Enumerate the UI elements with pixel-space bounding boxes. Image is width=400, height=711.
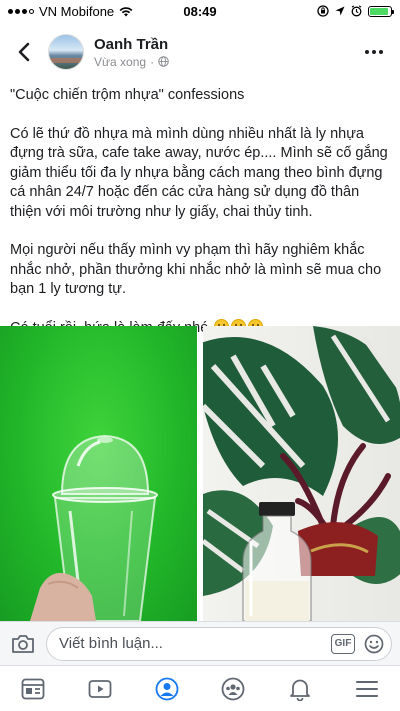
back-button[interactable] [2, 30, 46, 74]
camera-icon [12, 634, 34, 653]
chevron-left-icon [18, 42, 30, 62]
photo-glass-bottle[interactable] [203, 326, 400, 621]
comment-field[interactable]: GIF [46, 626, 392, 661]
alarm-icon [351, 5, 362, 17]
tab-watch[interactable] [78, 669, 122, 709]
wifi-icon [119, 6, 133, 16]
comment-input[interactable] [59, 635, 331, 652]
more-dot [379, 50, 383, 54]
emoji-button[interactable] [363, 633, 385, 655]
globe-icon [158, 56, 169, 67]
watch-icon [88, 679, 112, 698]
bottom-tab-bar [0, 665, 400, 711]
signal-icon [8, 8, 34, 14]
tab-profile[interactable] [145, 669, 189, 709]
location-icon [335, 6, 345, 16]
tab-news-feed[interactable] [11, 669, 55, 709]
carrier-name: VN Mobifone [39, 3, 115, 19]
plastic-cup-illustration [30, 434, 158, 621]
battery-icon [368, 5, 394, 17]
author-block: Oanh Trần Vừa xong · [94, 36, 352, 69]
status-bar: VN Mobifone 08:49 [0, 0, 400, 22]
carrier-area: VN Mobifone [8, 4, 158, 19]
bottle-plant-illustration [203, 326, 400, 621]
photo-plastic-cup[interactable] [0, 326, 197, 621]
tab-groups[interactable] [211, 669, 255, 709]
profile-icon [155, 677, 179, 700]
post-paragraph: "Cuộc chiến trộm nhựa" confessions [10, 87, 245, 103]
camera-button[interactable] [8, 629, 38, 659]
menu-icon [355, 680, 378, 697]
more-dot [372, 50, 376, 54]
status-icons [242, 5, 394, 17]
avatar[interactable] [48, 34, 84, 70]
meta-dot: · [150, 54, 155, 69]
post-paragraph: Mọi người nếu thấy mình vy phạm thì hãy … [10, 242, 382, 297]
post-photos [0, 326, 400, 621]
author-name[interactable]: Oanh Trần [94, 36, 352, 53]
tab-menu[interactable] [345, 669, 389, 709]
groups-icon [221, 677, 245, 700]
comment-bar: GIF [0, 621, 400, 665]
more-dot [365, 50, 369, 54]
news-feed-icon [21, 678, 45, 699]
tab-notifications[interactable] [278, 669, 322, 709]
post-text: "Cuộc chiến trộm nhựa" confessions Có lẽ… [10, 86, 392, 357]
more-options-button[interactable] [352, 30, 396, 74]
gif-button[interactable]: GIF [331, 633, 355, 654]
post-time[interactable]: Vừa xong [94, 55, 146, 69]
clock: 08:49 [183, 3, 217, 19]
post-paragraph: Có lẽ thứ đồ nhựa mà mình dùng nhiều nhấ… [10, 125, 388, 220]
rotation-lock-icon [317, 5, 329, 17]
post-header: Oanh Trần Vừa xong · [0, 26, 400, 78]
smiley-icon [364, 634, 384, 653]
post-meta: Vừa xong · [94, 55, 352, 69]
notifications-icon [290, 679, 310, 701]
